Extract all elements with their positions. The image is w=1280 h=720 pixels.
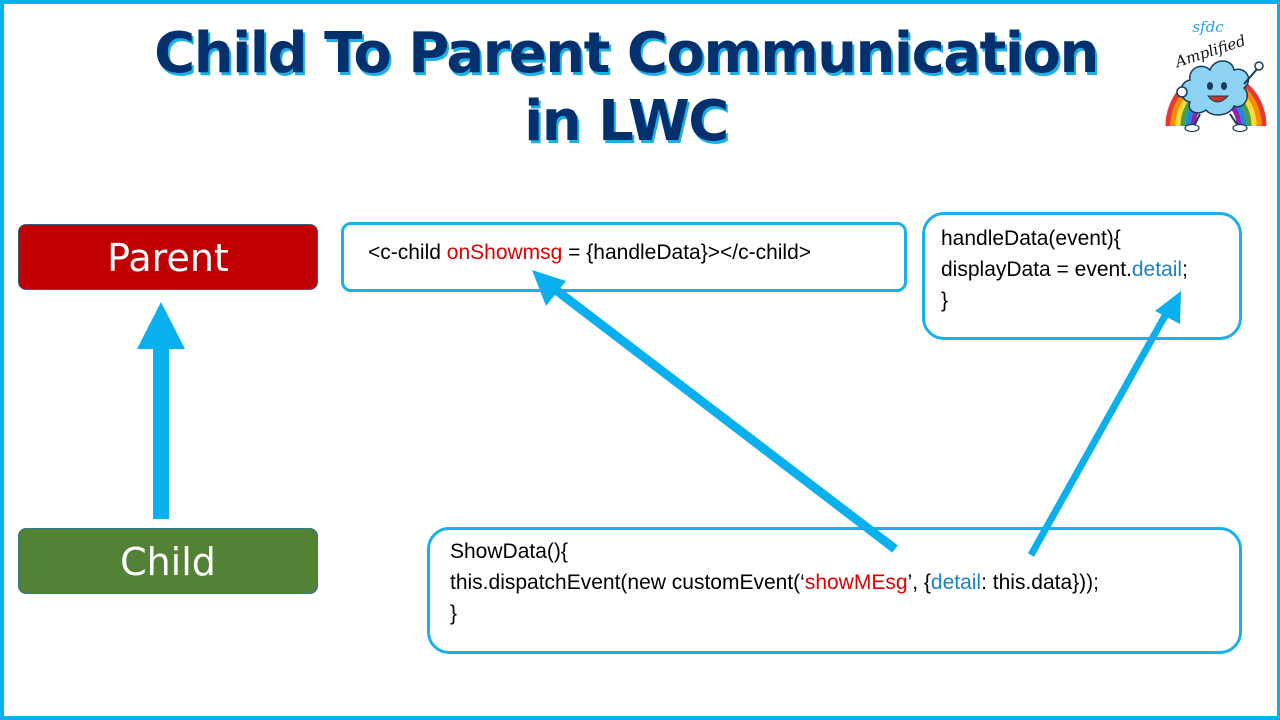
logo-text-sfdc: sfdc xyxy=(1192,18,1224,36)
template-suffix: = {handleData}></c-child> xyxy=(562,241,812,264)
logo-text-amplified: Amplified xyxy=(1171,31,1248,71)
handler-line-2: displayData = event.detail; xyxy=(941,254,1239,285)
handler-line-2-suffix: ; xyxy=(1182,258,1188,281)
dispatch-line-2-mid: ’, { xyxy=(907,571,931,594)
handler-line-3: } xyxy=(941,289,949,312)
dispatch-line-2-prefix: this.dispatchEvent(new customEvent(‘ xyxy=(450,571,805,594)
parent-component-box: Parent xyxy=(18,224,318,290)
dispatch-line-2: this.dispatchEvent(new customEvent(‘show… xyxy=(450,567,1239,598)
event-name-arrow-shaft xyxy=(549,283,898,553)
child-component-box: Child xyxy=(18,528,318,594)
title-line-1: Child To Parent Communication xyxy=(154,21,1099,86)
event-name-arrow xyxy=(532,270,898,553)
handler-line-1: handleData(event){ xyxy=(941,227,1121,250)
parent-handler-code-box: handleData(event){ displayData = event.d… xyxy=(922,212,1242,340)
dispatch-event-name: showMEsg xyxy=(804,571,908,594)
dispatch-line-2-suffix: : this.data})); xyxy=(981,571,1099,594)
dispatch-line-3: } xyxy=(450,602,458,625)
event-handler-attribute: onShowmsg xyxy=(446,241,563,264)
handler-line-2-prefix: displayData = event. xyxy=(941,258,1132,281)
template-code-line: <c-child onShowmsg = {handleData}></c-ch… xyxy=(368,237,904,268)
detail-arrow-shaft xyxy=(1027,312,1170,557)
handler-detail-keyword: detail xyxy=(1131,258,1183,281)
sfdc-amplified-logo-icon: sfdc Amplified xyxy=(1165,18,1267,133)
template-prefix: <c-child xyxy=(368,241,447,264)
child-to-parent-arrow-shaft xyxy=(153,345,169,519)
child-dispatch-code-box: ShowData(){ this.dispatchEvent(new custo… xyxy=(427,527,1242,654)
slide-title: Child To Parent Communication in LWC xyxy=(0,20,1252,156)
dispatch-detail-keyword: detail xyxy=(930,571,982,594)
dispatch-line-1: ShowData(){ xyxy=(450,540,568,563)
child-to-parent-arrow-head xyxy=(137,302,185,349)
title-line-2: in LWC xyxy=(524,89,729,154)
parent-template-code-box: <c-child onShowmsg = {handleData}></c-ch… xyxy=(341,222,907,292)
child-to-parent-arrow xyxy=(137,302,185,519)
